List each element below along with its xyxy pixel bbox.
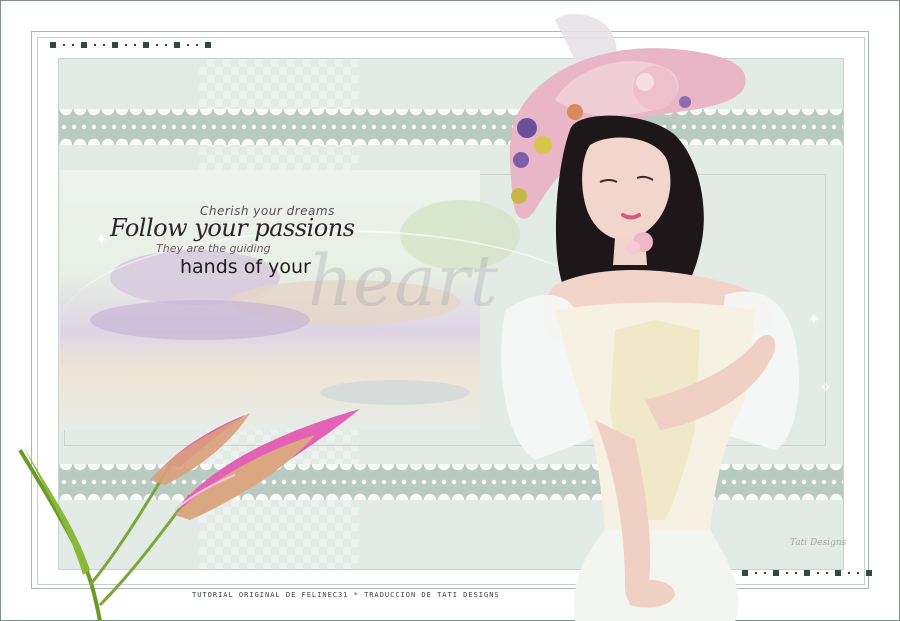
- tutorial-credit: TUTORIAL ORIGINAL DE FELINEC31 * TRADUCC…: [192, 591, 500, 599]
- quote-heart-word: heart: [308, 240, 498, 322]
- quote-line-2: Follow your passions: [110, 214, 355, 242]
- sparkle-icon: ✦: [96, 232, 108, 248]
- quote-block: heart Cherish your dreams Follow your pa…: [108, 198, 498, 322]
- artist-signature: Tati Designs: [790, 538, 847, 548]
- top-left-square-row: [50, 41, 211, 49]
- quote-line-3: They are the guiding: [156, 242, 271, 255]
- pink-celosia-flower: [18, 409, 360, 621]
- quote-line-4: hands of your: [180, 256, 311, 278]
- woman-with-hat-figure: [501, 14, 799, 621]
